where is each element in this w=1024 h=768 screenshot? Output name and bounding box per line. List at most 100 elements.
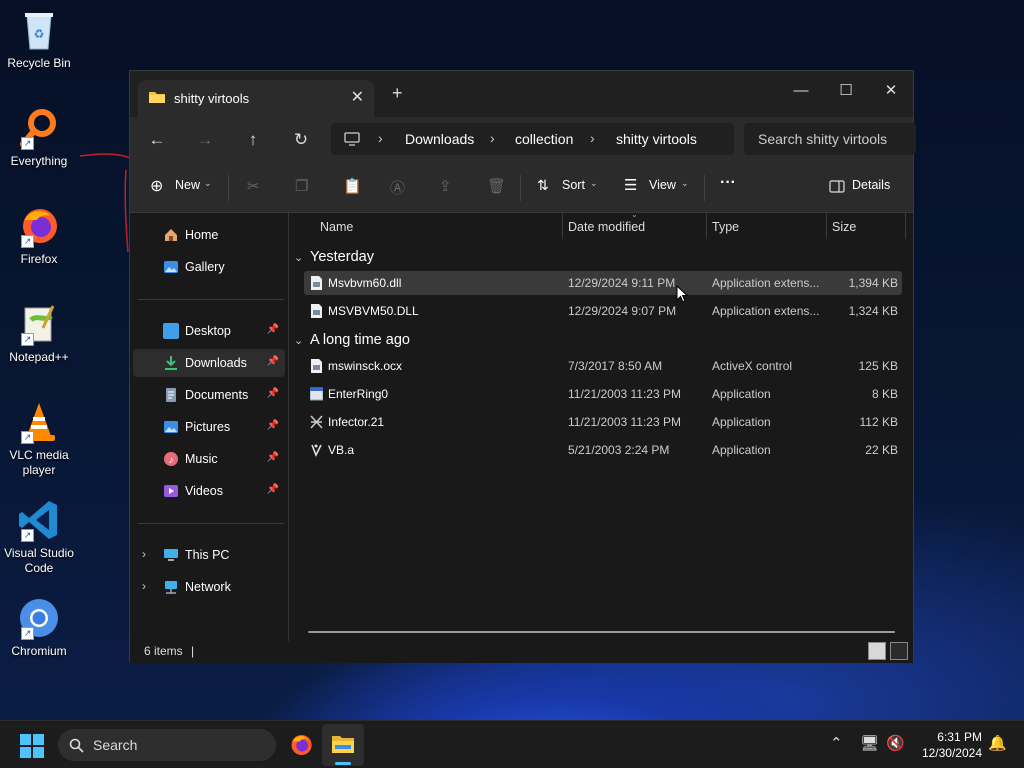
sidebar-item-label: Home — [185, 228, 219, 242]
file-type: Application — [712, 415, 771, 429]
desktop-icon-notepadpp[interactable]: ↗ Notepad++ — [2, 302, 76, 365]
navigation-pane: Home Gallery Desktop 📌 Downloads 📌 Docum… — [130, 213, 289, 641]
column-divider[interactable] — [905, 213, 906, 239]
shortcut-arrow-icon: ↗ — [21, 431, 34, 444]
windows-start-icon[interactable] — [20, 734, 44, 758]
sidebar-item-desktop[interactable]: Desktop 📌 — [133, 317, 285, 345]
desktop-icon-vlc[interactable]: ↗ VLC media player — [2, 400, 76, 478]
table-row[interactable]: MSVBVM50.DLL 12/29/2024 9:07 PM Applicatio… — [304, 299, 902, 323]
column-header-size[interactable]: Size — [832, 220, 856, 234]
sidebar-item-this-pc[interactable]: › This PC — [133, 541, 285, 569]
desktop-icon-vscode[interactable]: ↗ Visual Studio Code — [2, 498, 76, 576]
chevron-down-icon: ⌄ — [294, 252, 304, 264]
paste-icon[interactable]: 📋 — [343, 177, 362, 195]
minimize-button[interactable]: — — [781, 77, 821, 105]
dll-file-icon — [311, 304, 322, 318]
title-bar[interactable]: shitty virtools ✕ + — ☐ ✕ — [130, 71, 913, 117]
notification-bell-icon[interactable]: 🔔 — [988, 734, 1007, 752]
chevron-right-icon[interactable]: › — [142, 547, 146, 561]
table-row[interactable]: mswinsck.ocx 7/3/2017 8:50 AM ActiveX cont… — [304, 354, 902, 378]
view-button[interactable]: View — [649, 178, 676, 192]
sidebar-item-videos[interactable]: Videos 📌 — [133, 477, 285, 505]
desktop-icon-firefox[interactable]: ↗ Firefox — [2, 204, 76, 267]
network-status-icon[interactable]: 🖥 — [860, 734, 879, 752]
group-header-yesterday[interactable]: ⌄ Yesterday — [294, 249, 374, 265]
search-box[interactable]: Search shitty virtools — [744, 123, 916, 155]
sidebar-item-music[interactable]: ♪ Music 📌 — [133, 445, 285, 473]
item-count: 6 items — [144, 644, 183, 658]
file-date-modified: 12/29/2024 9:11 PM — [568, 276, 676, 290]
details-button[interactable]: Details — [852, 178, 890, 192]
column-divider[interactable] — [562, 213, 563, 239]
toolbar-divider — [520, 175, 521, 201]
cut-icon[interactable]: ✂ — [247, 177, 260, 195]
horizontal-scrollbar[interactable] — [308, 631, 895, 633]
breadcrumb-collection[interactable]: collection — [515, 131, 573, 147]
system-clock[interactable]: 6:31 PM 12/30/2024 — [914, 729, 982, 761]
chevron-right-icon[interactable]: › — [142, 579, 146, 593]
refresh-button[interactable]: ↻ — [287, 126, 315, 154]
pin-icon: 📌 — [266, 388, 279, 399]
red-annotation-stroke — [79, 153, 131, 253]
pin-icon: 📌 — [266, 356, 279, 367]
sidebar-item-network[interactable]: › Network — [133, 573, 285, 601]
file-size: 125 KB — [858, 359, 898, 373]
file-explorer-window: shitty virtools ✕ + — ☐ ✕ ← → ↑ ↻ › Down… — [129, 70, 916, 663]
address-bar[interactable]: › Downloads › collection › shitty virtoo… — [331, 123, 734, 155]
shortcut-arrow-icon: ↗ — [21, 137, 34, 150]
column-header-date-modified[interactable]: Date modified — [568, 220, 645, 234]
details-view-button[interactable] — [868, 642, 886, 660]
desktop-icon-recycle-bin[interactable]: ♻ Recycle Bin — [2, 8, 76, 71]
forward-button[interactable]: → — [191, 126, 219, 154]
music-icon: ♪ — [164, 452, 178, 466]
sidebar-item-label: Gallery — [185, 260, 225, 274]
toolbar-divider — [228, 175, 229, 201]
close-button[interactable]: ✕ — [871, 77, 911, 105]
large-icons-view-button[interactable] — [890, 642, 908, 660]
breadcrumb-shitty-virtools[interactable]: shitty virtools — [616, 131, 697, 147]
taskbar-search-box[interactable]: Search — [58, 729, 276, 761]
rename-icon[interactable]: Ⓐ — [390, 177, 405, 198]
sidebar-item-home[interactable]: Home — [133, 221, 285, 249]
sidebar-item-pictures[interactable]: Pictures 📌 — [133, 413, 285, 441]
status-bar: 6 items | — [130, 641, 913, 663]
back-button[interactable]: ← — [143, 126, 171, 154]
column-divider[interactable] — [706, 213, 707, 239]
show-hidden-icons-chevron-icon[interactable]: ⌃ — [830, 734, 843, 752]
chevron-down-icon: ⌄ — [681, 178, 689, 188]
table-row[interactable]: VB.a 5/21/2003 2:24 PM Application 22 KB — [304, 438, 902, 462]
file-size: 112 KB — [859, 415, 898, 429]
column-divider[interactable] — [826, 213, 827, 239]
sidebar-item-documents[interactable]: Documents 📌 — [133, 381, 285, 409]
new-tab-button[interactable]: + — [392, 83, 403, 104]
tab-shitty-virtools[interactable]: shitty virtools ✕ — [138, 80, 374, 117]
desktop-icon-everything[interactable]: ↗ Everything — [2, 106, 76, 169]
column-header-name[interactable]: Name — [320, 220, 353, 234]
sidebar-divider — [138, 523, 284, 524]
copy-icon[interactable]: ❐ — [295, 177, 308, 195]
sidebar-item-gallery[interactable]: Gallery — [133, 253, 285, 281]
new-button[interactable]: New — [175, 178, 200, 192]
group-header-a-long-time-ago[interactable]: ⌄ A long time ago — [294, 332, 410, 348]
file-explorer-taskbar-button[interactable] — [322, 724, 364, 766]
volume-muted-icon[interactable]: 🔇 — [886, 734, 905, 752]
firefox-taskbar-icon[interactable] — [288, 732, 314, 758]
breadcrumb-downloads[interactable]: Downloads — [405, 131, 474, 147]
delete-icon[interactable]: 🗑 — [487, 177, 506, 195]
file-size: 1,394 KB — [848, 276, 898, 290]
more-options-button[interactable]: ··· — [720, 174, 736, 192]
table-row[interactable]: EnterRing0 11/21/2003 11:23 PM Application… — [304, 382, 902, 406]
tab-close-icon[interactable]: ✕ — [351, 87, 364, 107]
file-list: Name ⌄ Date modified Type Size ⌄ Yesterda… — [290, 210, 913, 641]
chromium-icon: ↗ — [17, 596, 61, 640]
desktop-icon-chromium[interactable]: ↗ Chromium — [2, 596, 76, 659]
maximize-button[interactable]: ☐ — [826, 77, 866, 105]
column-header-type[interactable]: Type — [712, 220, 739, 234]
table-row[interactable]: Infector.21 11/21/2003 11:23 PM Applicatio… — [304, 410, 902, 434]
sort-button[interactable]: Sort — [562, 178, 585, 192]
navigation-bar: ← → ↑ ↻ › Downloads › collection › shitt… — [130, 117, 916, 163]
share-icon[interactable]: ⇪ — [439, 177, 452, 195]
sidebar-item-downloads[interactable]: Downloads 📌 — [133, 349, 285, 377]
up-button[interactable]: ↑ — [239, 126, 267, 154]
table-row[interactable]: Msvbvm60.dll 12/29/2024 9:11 PM Applicatio… — [304, 271, 902, 295]
